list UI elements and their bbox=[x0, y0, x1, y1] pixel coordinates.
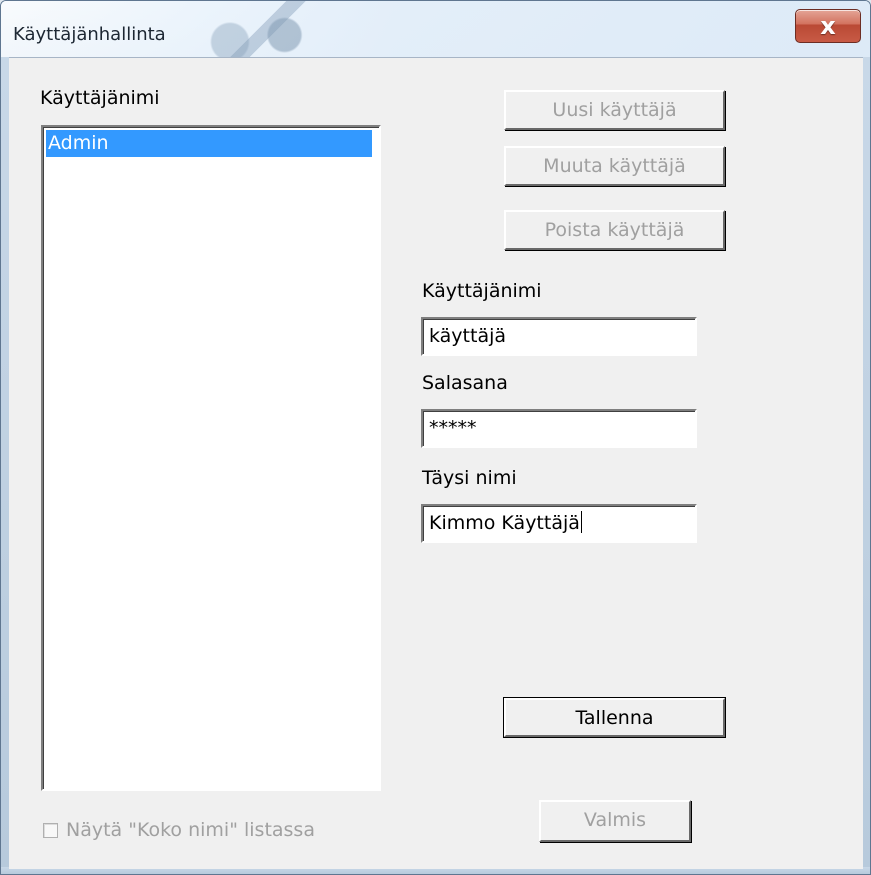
new-user-button[interactable]: Uusi käyttäjä bbox=[504, 90, 725, 130]
user-list[interactable]: Admin bbox=[41, 125, 381, 791]
show-full-name-option[interactable]: Näytä "Koko nimi" listassa bbox=[43, 818, 315, 842]
password-field[interactable]: ***** bbox=[421, 409, 697, 448]
full-name-field[interactable]: Kimmo Käyttäjä bbox=[421, 504, 697, 543]
user-management-window: Käyttäjänhallinta x Käyttäjänimi Admin U… bbox=[0, 0, 871, 875]
done-button[interactable]: Valmis bbox=[539, 800, 691, 842]
user-list-label: Käyttäjänimi bbox=[40, 87, 160, 109]
window-title: Käyttäjänhallinta bbox=[13, 24, 166, 45]
show-full-name-checkbox[interactable] bbox=[43, 822, 58, 838]
edit-user-button[interactable]: Muuta käyttäjä bbox=[504, 146, 725, 186]
save-button[interactable]: Tallenna bbox=[503, 697, 726, 738]
close-icon: x bbox=[820, 12, 836, 40]
show-full-name-label: Näytä "Koko nimi" listassa bbox=[66, 819, 315, 841]
window-left-frame bbox=[1, 57, 9, 869]
dialog-content: Käyttäjänimi Admin Uusi käyttäjä Muuta k… bbox=[9, 57, 863, 869]
username-field[interactable]: käyttäjä bbox=[421, 317, 697, 356]
username-label: Käyttäjänimi bbox=[422, 280, 542, 302]
full-name-label: Täysi nimi bbox=[422, 467, 517, 489]
password-label: Salasana bbox=[422, 372, 508, 394]
full-name-value: Kimmo Käyttäjä bbox=[429, 512, 580, 534]
delete-user-button[interactable]: Poista käyttäjä bbox=[504, 210, 725, 250]
close-button[interactable]: x bbox=[795, 9, 861, 43]
user-list-item-admin[interactable]: Admin bbox=[46, 130, 372, 157]
text-cursor bbox=[580, 511, 582, 533]
